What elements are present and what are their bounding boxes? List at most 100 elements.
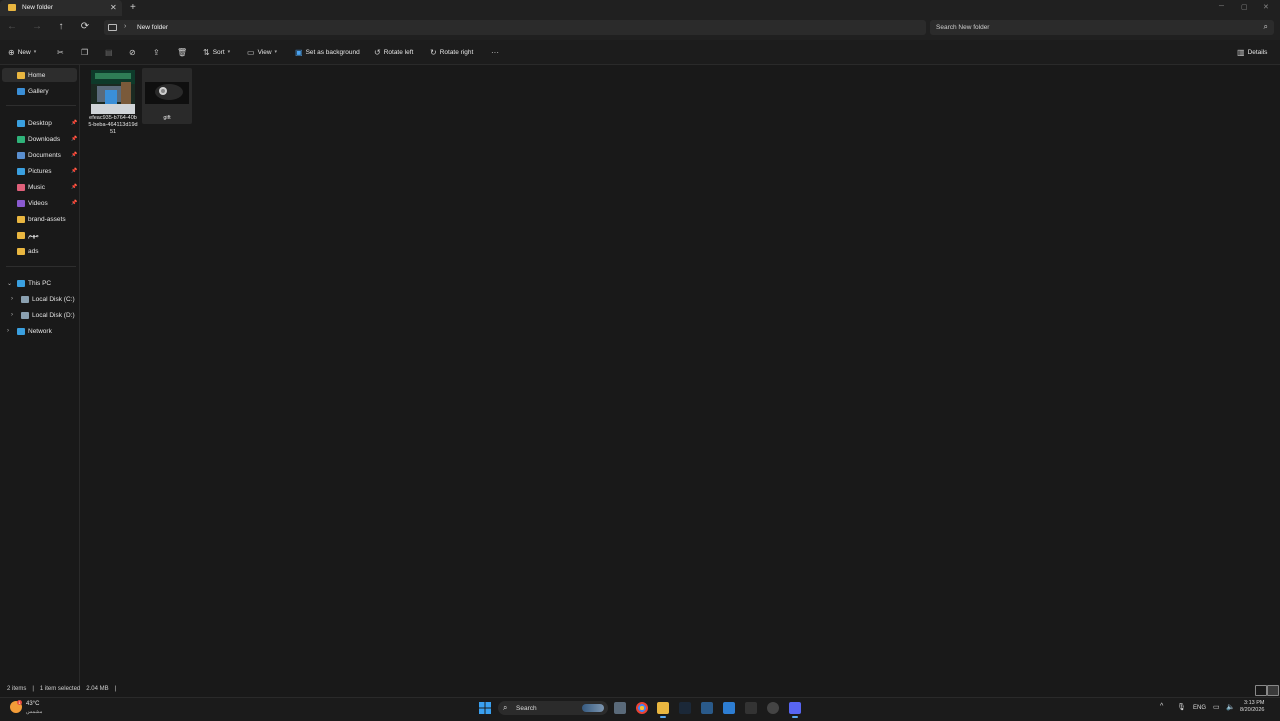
command-bar bbox=[0, 40, 1280, 65]
search-highlight-image bbox=[582, 704, 604, 712]
share-button[interactable]: ⇪ bbox=[153, 47, 160, 57]
status-divider: | bbox=[114, 686, 117, 692]
more-options-button[interactable]: ··· bbox=[491, 47, 499, 57]
rotate-right-button[interactable]: ↻ Rotate right bbox=[430, 47, 473, 57]
refresh-button[interactable]: ⟳ bbox=[78, 21, 92, 32]
chevron-right-icon[interactable]: › bbox=[11, 296, 13, 302]
selection-count: 1 item selected bbox=[39, 686, 81, 692]
back-button[interactable]: ← bbox=[5, 21, 19, 32]
sidebar-divider bbox=[6, 105, 76, 106]
calendar-app-icon[interactable] bbox=[701, 702, 713, 714]
close-window-button[interactable]: ✕ bbox=[1263, 3, 1269, 11]
search-icon: ⌕ bbox=[1263, 22, 1268, 31]
chevron-right-icon[interactable]: › bbox=[11, 312, 13, 318]
pin-icon: 📌 bbox=[71, 184, 78, 190]
address-bar[interactable]: › New folder bbox=[104, 20, 926, 35]
up-button[interactable]: ↑ bbox=[54, 21, 68, 32]
copy-icon: ❐ bbox=[81, 47, 89, 57]
sidebar-divider bbox=[6, 266, 76, 267]
drive-icon bbox=[21, 295, 29, 303]
breadcrumb-new-folder[interactable]: New folder bbox=[137, 24, 168, 31]
sidebar-item-videos[interactable]: Videos 📌 bbox=[2, 196, 77, 210]
chrome-icon[interactable] bbox=[636, 702, 648, 714]
chevron-right-icon[interactable]: › bbox=[7, 328, 9, 334]
notification-badge: 1 bbox=[17, 700, 22, 705]
sidebar-item-local-disk-c[interactable]: › Local Disk (C:) bbox=[2, 292, 77, 306]
sidebar-item-this-pc[interactable]: ⌄ This PC bbox=[2, 276, 77, 290]
sidebar-item-music[interactable]: Music 📌 bbox=[2, 180, 77, 194]
more-icon: ··· bbox=[491, 47, 499, 57]
sidebar-item-downloads[interactable]: Downloads 📌 bbox=[2, 132, 77, 146]
weather-description[interactable]: مشمس bbox=[26, 709, 42, 715]
rename-button[interactable]: ⊘ bbox=[129, 47, 136, 57]
sidebar-item-label: brand-assets bbox=[28, 215, 66, 223]
sidebar-item-pictures[interactable]: Pictures 📌 bbox=[2, 164, 77, 178]
pictures-icon bbox=[17, 167, 25, 175]
file-name: gift bbox=[163, 115, 171, 121]
weather-temperature[interactable]: 43°C bbox=[26, 701, 39, 707]
sidebar-item-label: Pictures bbox=[28, 167, 52, 175]
tiles-view-toggle[interactable] bbox=[1267, 685, 1279, 696]
view-icon: ▭ bbox=[247, 47, 255, 57]
pin-icon: 📌 bbox=[71, 152, 78, 158]
set-as-background-button[interactable]: ▣ Set as background bbox=[295, 47, 360, 57]
close-tab-icon[interactable]: ✕ bbox=[110, 3, 117, 12]
task-view-icon[interactable] bbox=[614, 702, 626, 714]
new-button[interactable]: ⊕ New ▾ bbox=[8, 47, 36, 57]
sidebar-item-brand-assets[interactable]: brand-assets bbox=[2, 212, 77, 226]
sidebar-item-home[interactable]: Home bbox=[2, 68, 77, 82]
documents-icon bbox=[17, 151, 25, 159]
file-item[interactable]: efeac935-b764-40b5-beba-464113d19d51 bbox=[88, 68, 138, 135]
paste-button[interactable]: ▤ bbox=[105, 47, 113, 57]
new-tab-button[interactable]: + bbox=[130, 2, 136, 13]
minimize-button[interactable]: ─ bbox=[1219, 3, 1224, 10]
sidebar-item-ads[interactable]: ads bbox=[2, 244, 77, 258]
chevron-down-icon[interactable]: ⌄ bbox=[7, 280, 12, 287]
chevron-down-icon: ▾ bbox=[33, 49, 37, 55]
sidebar-item-label: Local Disk (D:) bbox=[32, 311, 75, 319]
title-bar bbox=[0, 0, 1280, 16]
clock[interactable]: 3:13 PM 8/20/2026 bbox=[1240, 700, 1264, 714]
edge-icon[interactable] bbox=[723, 702, 735, 714]
details-view-toggle[interactable] bbox=[1255, 685, 1267, 696]
file-item-selected[interactable]: gift bbox=[142, 68, 192, 124]
volume-icon[interactable]: 🔈 bbox=[1226, 703, 1235, 711]
sidebar-item-documents[interactable]: Documents 📌 bbox=[2, 148, 77, 162]
sidebar-item-desktop[interactable]: Desktop 📌 bbox=[2, 116, 77, 130]
taskbar-search[interactable]: ⌕ Search bbox=[498, 701, 608, 715]
status-divider: | bbox=[32, 686, 34, 692]
tab-new-folder[interactable]: New folder ✕ bbox=[0, 0, 122, 16]
sidebar-item-local-disk-d[interactable]: › Local Disk (D:) bbox=[2, 308, 77, 322]
settings-icon[interactable] bbox=[767, 702, 779, 714]
cut-button[interactable]: ✂ bbox=[57, 47, 64, 57]
tab-title: New folder bbox=[22, 4, 54, 11]
network-icon[interactable]: ▭ bbox=[1213, 703, 1220, 711]
details-button[interactable]: ▥ Details bbox=[1237, 47, 1267, 57]
sidebar-item-label: Desktop bbox=[28, 119, 52, 127]
search-box[interactable]: Search New folder ⌕ bbox=[930, 20, 1274, 35]
chevron-right-icon[interactable]: › bbox=[124, 23, 126, 30]
maximize-button[interactable]: ▢ bbox=[1241, 3, 1248, 11]
discord-icon[interactable] bbox=[789, 702, 801, 718]
file-explorer-icon[interactable] bbox=[657, 702, 669, 718]
clock-time: 3:13 PM bbox=[1243, 700, 1265, 706]
app-icon[interactable] bbox=[745, 702, 757, 714]
copy-button[interactable]: ❐ bbox=[81, 47, 88, 57]
sidebar-item-network[interactable]: › Network bbox=[2, 324, 77, 338]
forward-button[interactable]: → bbox=[30, 21, 44, 32]
sidebar-item-label: Videos bbox=[28, 199, 48, 207]
sidebar-item-gallery[interactable]: Gallery bbox=[2, 84, 77, 98]
steam-icon[interactable] bbox=[679, 702, 691, 714]
sidebar-item-item[interactable]: مهم bbox=[2, 228, 77, 242]
show-hidden-icons-icon[interactable]: ^ bbox=[1160, 703, 1163, 710]
rotate-left-icon: ↺ bbox=[374, 47, 381, 57]
sort-button[interactable]: ⇅ Sort ▾ bbox=[203, 47, 230, 57]
trash-icon: 🗑 bbox=[177, 47, 188, 57]
sidebar-item-label: Music bbox=[28, 183, 45, 191]
microphone-icon[interactable]: 🎙 bbox=[1177, 703, 1186, 711]
rotate-left-button[interactable]: ↺ Rotate left bbox=[374, 47, 413, 57]
delete-button[interactable]: 🗑 bbox=[177, 47, 187, 57]
start-button[interactable] bbox=[479, 702, 491, 714]
language-indicator[interactable]: ENG bbox=[1193, 705, 1206, 711]
view-button[interactable]: ▭ View ▾ bbox=[247, 47, 277, 57]
